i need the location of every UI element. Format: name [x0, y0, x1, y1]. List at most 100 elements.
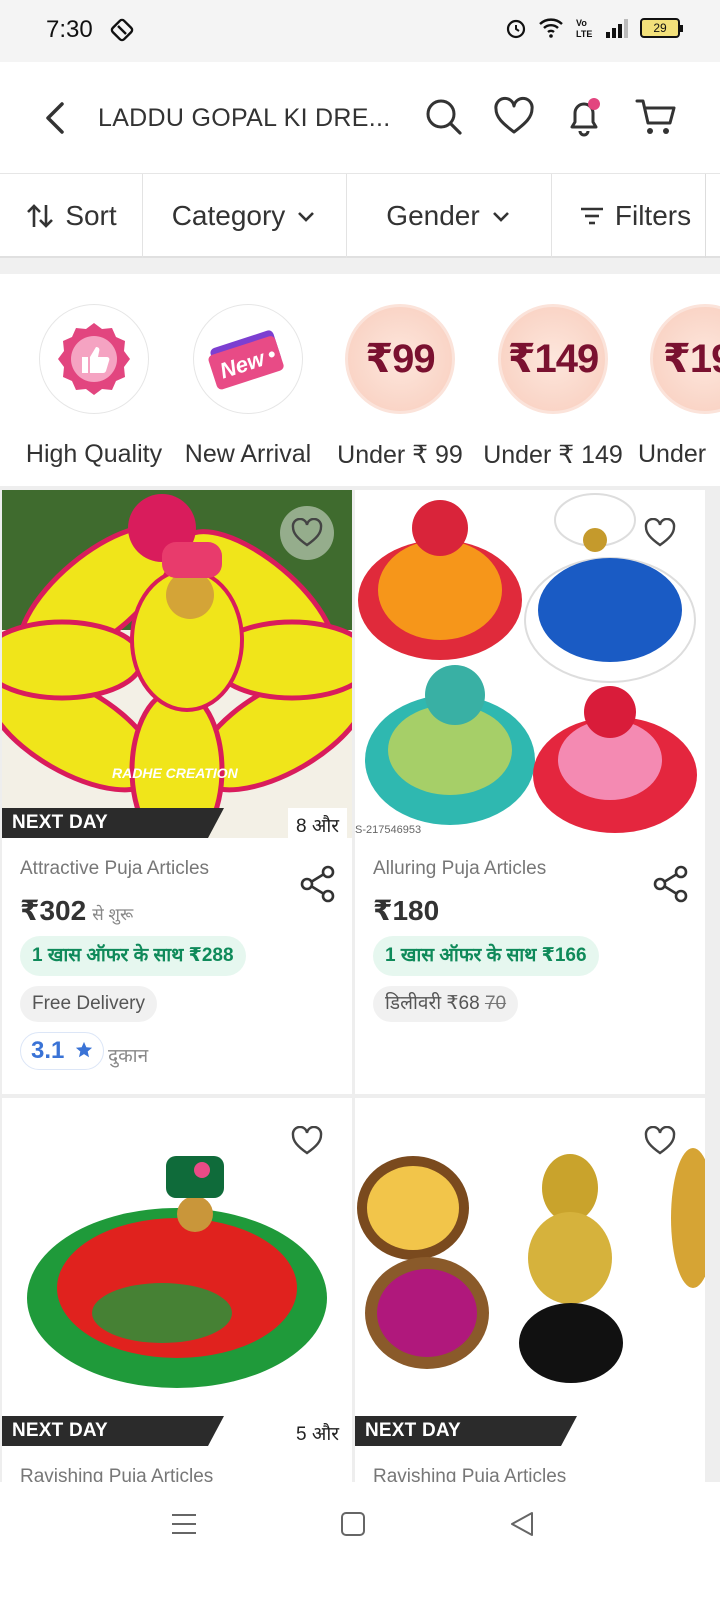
category-label: Under ₹ 99 [337, 441, 463, 469]
rating-badge: 3.1 [20, 1032, 105, 1070]
heart-outline-icon [644, 1126, 676, 1155]
price-circle: ₹99 [345, 304, 455, 414]
delivery-strike-price: 70 [484, 993, 507, 1014]
offer-pill: 1 खास ऑफर के साथ ₹288 [20, 936, 246, 976]
price-badge-text: ₹99 [365, 337, 435, 381]
quick-category-row: High Quality New New Arrival ₹99 Under ₹… [0, 274, 720, 488]
category-new-arrival[interactable]: New New Arrival [168, 304, 328, 469]
category-under-99[interactable]: ₹99 Under ₹ 99 [320, 304, 480, 470]
more-variants-tag: 5 और [288, 1416, 348, 1450]
filters-button[interactable]: Filters [552, 174, 718, 258]
product-name: Ravishing Puja Articles [20, 1466, 214, 1482]
next-day-dispatch-tag: NEXT DAY DISPATCH [2, 808, 224, 863]
product-name: Ravishing Puja Articles [373, 1466, 567, 1482]
wishlist-button[interactable] [280, 506, 334, 560]
product-card[interactable]: NEXT DAY DISPATCH 5 और Ravishing Puja Ar… [2, 1098, 352, 1482]
category-label: High Quality [25, 440, 163, 468]
price-circle: ₹149 [498, 304, 608, 414]
back-triangle-icon[interactable] [508, 1510, 536, 1538]
product-image[interactable] [355, 1098, 705, 1446]
filter-lines-icon [580, 207, 603, 225]
category-label: Under ₹ 149 [483, 441, 623, 469]
price-badge-text: ₹19 [663, 337, 720, 381]
wifi-icon [539, 18, 563, 38]
share-icon[interactable] [651, 864, 691, 904]
sort-arrows-icon [27, 204, 54, 228]
menu-icon[interactable] [170, 1510, 198, 1538]
price-circle: ₹19 [650, 304, 720, 414]
more-variants-tag: 8 और [288, 808, 348, 842]
price-value: ₹180 [373, 895, 440, 926]
offer-pill: 1 खास ऑफर के साथ ₹166 [373, 936, 599, 976]
wishlist-button[interactable] [633, 506, 687, 560]
back-button[interactable] [38, 98, 74, 138]
heart-outline-icon [644, 518, 676, 547]
new-arrival-circle: New [193, 304, 303, 414]
alarm-icon [506, 19, 526, 39]
status-icons: Vo LTE 29 [504, 16, 683, 40]
status-bar: 7:30 Vo LTE 29 [0, 0, 720, 62]
delivery-label: डिलीवरी ₹68 [385, 993, 480, 1014]
shop-label: दुकान [108, 1046, 149, 1067]
product-card[interactable]: NEXT DAY DISPATCH Ravishing Puja Article… [355, 1098, 705, 1482]
heart-outline-icon [291, 1126, 323, 1155]
status-time: 7:30 [46, 16, 93, 43]
sku-text: S-217546953 [355, 824, 422, 836]
chevron-down-icon [298, 212, 315, 222]
wishlist-button[interactable] [633, 1114, 687, 1168]
page-title: LADDU GOPAL KI DRE... [98, 104, 391, 132]
product-image[interactable]: RADHE CREATION [2, 490, 352, 838]
product-name: Attractive Puja Articles [20, 858, 210, 879]
share-icon[interactable] [298, 864, 338, 904]
product-image[interactable]: S-217546953 [355, 490, 705, 838]
system-nav-bar [0, 1482, 720, 1600]
next-day-dispatch-tag: NEXT DAY DISPATCH [2, 1416, 224, 1471]
vpn-icon [110, 18, 134, 42]
section-divider [0, 258, 720, 274]
gender-label: Gender [386, 200, 480, 231]
next-day-dispatch-tag: NEXT DAY DISPATCH [355, 1416, 577, 1471]
sort-button[interactable]: Sort [0, 174, 142, 258]
gender-dropdown[interactable]: Gender [347, 174, 551, 258]
thumbs-up-badge-icon [58, 323, 130, 395]
wishlist-heart-icon[interactable] [492, 95, 536, 139]
category-label: New Arrival [184, 440, 312, 468]
sort-label: Sort [65, 200, 117, 231]
category-under-149[interactable]: ₹149 Under ₹ 149 [473, 304, 633, 470]
high-quality-circle [39, 304, 149, 414]
category-label: Category [171, 200, 286, 231]
battery-icon: 29 [640, 18, 683, 38]
category-dropdown[interactable]: Category [143, 174, 346, 258]
price-suffix: से शुरू [92, 905, 134, 924]
watermark-text: RADHE CREATION [112, 765, 239, 781]
search-icon[interactable] [422, 95, 466, 139]
price-badge-text: ₹149 [507, 337, 600, 381]
signal-icon [606, 19, 628, 38]
heart-outline-icon [291, 518, 323, 547]
product-price: ₹180 [373, 894, 439, 927]
filters-label: Filters [614, 200, 692, 231]
category-high-quality[interactable]: High Quality [14, 304, 174, 469]
new-tag-icon: New [208, 330, 284, 390]
category-label: Under [638, 440, 707, 468]
product-grid: RADHE CREATION NEXT DAY DISPATCH 8 और At… [0, 488, 720, 1482]
category-under-next[interactable]: ₹19 Under [626, 304, 720, 469]
notification-bell-icon[interactable] [562, 95, 606, 139]
price-value: ₹302 [20, 895, 87, 926]
wishlist-button[interactable] [280, 1114, 334, 1168]
app-header: LADDU GOPAL KI DRE... [0, 62, 720, 174]
delivery-pill: डिलीवरी ₹68 70 [373, 986, 519, 1022]
filter-bar: Sort Category Gender Filters [0, 174, 720, 258]
rating-value: 3.1 [31, 1037, 65, 1064]
product-card[interactable]: RADHE CREATION NEXT DAY DISPATCH 8 और At… [2, 490, 352, 1094]
cart-icon[interactable] [634, 95, 678, 139]
svg-text:Vo: Vo [576, 18, 587, 28]
delivery-pill: Free Delivery [20, 986, 157, 1022]
star-icon [75, 1041, 93, 1058]
product-price: ₹302 से शुरू [20, 894, 133, 927]
product-image[interactable] [2, 1098, 352, 1446]
home-square-icon[interactable] [340, 1510, 366, 1538]
volte-icon: VoLTE [576, 18, 592, 39]
product-card[interactable]: S-217546953 Alluring Puja Articles ₹180 … [355, 490, 705, 1094]
chevron-down-icon [492, 212, 509, 222]
